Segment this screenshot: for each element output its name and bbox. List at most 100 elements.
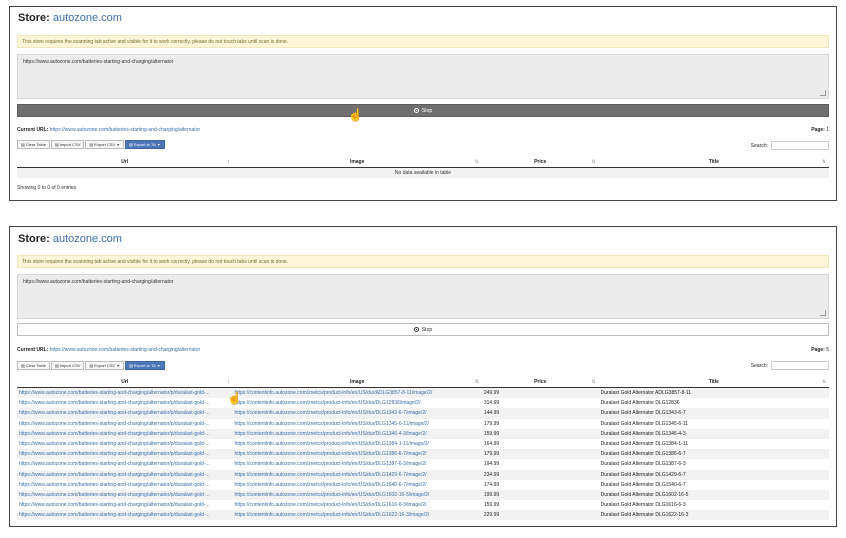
row-title: Duralast Gold Alternator ADLG3857-8-11 bbox=[600, 390, 692, 397]
export-csv-label: Export CSV bbox=[94, 363, 116, 368]
clear-table-label: Clear Table bbox=[25, 142, 46, 147]
row-image-link[interactable]: https://contentinfo.autozone.com/znetcs/… bbox=[232, 472, 481, 478]
export-csv-button[interactable]: ▤ Export CSV ▾ bbox=[85, 140, 125, 149]
table-row: https://www.autozone.com/batteries-start… bbox=[17, 489, 829, 501]
import-csv-button[interactable]: ▤ Import CSV bbox=[50, 361, 85, 370]
row-url-link[interactable]: https://www.autozone.com/batteries-start… bbox=[17, 431, 232, 437]
empty-table-row: No data available in table bbox=[17, 168, 829, 178]
clear-table-button[interactable]: ▤ Clear Table bbox=[17, 361, 50, 370]
caret-down-icon: ▾ bbox=[157, 142, 160, 147]
table-row: https://www.autozone.com/batteries-start… bbox=[17, 419, 829, 429]
column-header-title[interactable]: Title ⇅ bbox=[599, 157, 829, 167]
caret-down-icon: ▾ bbox=[117, 363, 120, 368]
search-label: Search: bbox=[750, 142, 768, 149]
row-image-link[interactable]: https://contentinfo.autozone.com/znetcs/… bbox=[232, 390, 481, 396]
column-header-title[interactable]: Title ⇅ bbox=[599, 377, 829, 387]
file-icon: ▤ bbox=[129, 142, 133, 147]
results-table: Url ↑ Image ⇅ Price ⇅ Title ⇅ https://www.au… bbox=[17, 377, 829, 521]
url-input[interactable]: https://www.autozone.com/batteries-start… bbox=[17, 54, 829, 99]
column-header-url[interactable]: Url ↑ bbox=[17, 377, 232, 387]
row-url-link[interactable]: https://www.autozone.com/batteries-start… bbox=[17, 472, 232, 478]
store-host: autozone.com bbox=[52, 12, 122, 24]
clear-table-button[interactable]: ▤ Clear Table bbox=[17, 140, 50, 149]
results-table: Url ↑ Image ⇅ Price ⇅ Title ⇅ No data availa… bbox=[17, 157, 829, 178]
row-title: Duralast Gold Alternator DLG1387-6-3 bbox=[600, 461, 686, 468]
current-url-label: Current URL: bbox=[17, 127, 49, 133]
export-to-ta-button[interactable]: ▤ Export to TA ▾ bbox=[125, 361, 165, 370]
row-url-link[interactable]: https://www.autozone.com/batteries-start… bbox=[17, 502, 232, 508]
row-title: Duralast Gold Alternator DLG1616-6-3 bbox=[600, 502, 686, 509]
search-input[interactable] bbox=[771, 141, 829, 150]
clear-table-label: Clear Table bbox=[25, 363, 46, 368]
search-input[interactable] bbox=[771, 361, 829, 370]
row-image-link[interactable]: https://contentinfo.autozone.com/znetcs/… bbox=[232, 502, 481, 508]
column-header-price[interactable]: Price ⇅ bbox=[482, 377, 599, 387]
row-price: 249.99 bbox=[483, 390, 500, 397]
row-title: Duralast Gold Alternator DLG1343-6-7 bbox=[600, 410, 686, 417]
column-price-label: Price bbox=[534, 379, 547, 385]
row-url-link[interactable]: https://www.autozone.com/batteries-start… bbox=[17, 492, 232, 498]
page-number: 1 bbox=[826, 127, 829, 133]
table-body: https://www.autozone.com/batteries-start… bbox=[17, 388, 829, 521]
row-image-link[interactable]: https://contentinfo.autozone.com/znetcs/… bbox=[232, 451, 481, 457]
export-to-ta-button[interactable]: ▤ Export to TA ▾ bbox=[125, 140, 165, 149]
import-csv-button[interactable]: ▤ Import CSV bbox=[50, 140, 85, 149]
stop-circle-icon bbox=[413, 327, 419, 332]
sort-up-icon: ↑ bbox=[226, 379, 230, 385]
url-input-value: https://www.autozone.com/batteries-start… bbox=[23, 279, 174, 285]
row-image-link[interactable]: https://contentinfo.autozone.com/znetcs/… bbox=[232, 421, 481, 427]
table-row: https://www.autozone.com/batteries-start… bbox=[17, 449, 829, 460]
row-url-link[interactable]: https://www.autozone.com/batteries-start… bbox=[17, 512, 232, 518]
file-icon: ▤ bbox=[89, 363, 94, 368]
row-url-link[interactable]: https://www.autozone.com/batteries-start… bbox=[17, 400, 232, 406]
row-url-link[interactable]: https://www.autozone.com/batteries-start… bbox=[17, 451, 232, 457]
row-title: Duralast Gold Alternator DLG1429-6-7 bbox=[600, 471, 686, 478]
column-header-image[interactable]: Image ⇅ bbox=[232, 377, 481, 387]
table-row: https://www.autozone.com/batteries-start… bbox=[17, 459, 829, 469]
scan-warning-alert: This store requires the scanning tab act… bbox=[17, 35, 829, 48]
table-row: https://www.autozone.com/batteries-start… bbox=[17, 510, 829, 521]
stop-label: Stop bbox=[421, 326, 433, 333]
row-price: 144.99 bbox=[483, 410, 500, 417]
row-image-link[interactable]: https://contentinfo.autozone.com/znetcs/… bbox=[232, 410, 481, 416]
row-title: Duralast Gold Alternator DLG1386-6-7 bbox=[600, 451, 686, 458]
page-indicator: Page: 5 bbox=[811, 347, 829, 353]
stop-label: Stop bbox=[421, 107, 433, 114]
row-url-link[interactable]: https://www.autozone.com/batteries-start… bbox=[17, 461, 232, 467]
column-header-price[interactable]: Price ⇅ bbox=[482, 157, 599, 167]
page-label: Page: bbox=[811, 347, 825, 353]
table-row: https://www.autozone.com/batteries-start… bbox=[17, 398, 829, 408]
sort-icon: ⇅ bbox=[591, 379, 596, 385]
row-image-link[interactable]: https://contentinfo.autozone.com/znetcs/… bbox=[232, 431, 481, 437]
stop-button[interactable]: Stop bbox=[17, 104, 829, 117]
row-url-link[interactable]: https://www.autozone.com/batteries-start… bbox=[17, 482, 232, 488]
row-url-link[interactable]: https://www.autozone.com/batteries-start… bbox=[17, 421, 232, 427]
row-price: 159.99 bbox=[483, 502, 500, 509]
table-row: https://www.autozone.com/batteries-start… bbox=[17, 439, 829, 449]
url-input[interactable]: https://www.autozone.com/batteries-start… bbox=[17, 274, 829, 319]
row-image-link[interactable]: https://contentinfo.autozone.com/znetcs/… bbox=[232, 400, 481, 406]
column-header-url[interactable]: Url ↑ bbox=[17, 157, 232, 167]
resize-handle-icon[interactable] bbox=[820, 90, 826, 96]
export-csv-button[interactable]: ▤ Export CSV ▾ bbox=[85, 361, 125, 370]
row-image-link[interactable]: https://contentinfo.autozone.com/znetcs/… bbox=[232, 492, 481, 498]
column-header-image[interactable]: Image ⇅ bbox=[232, 157, 481, 167]
file-icon: ▤ bbox=[21, 142, 25, 147]
row-title: Duralast Gold Alternator DLG1602-16-5 bbox=[600, 491, 689, 498]
stop-button[interactable]: Stop bbox=[17, 323, 829, 336]
row-price: 164.99 bbox=[483, 441, 500, 448]
row-url-link[interactable]: https://www.autozone.com/batteries-start… bbox=[17, 441, 232, 447]
row-price: 179.99 bbox=[483, 420, 500, 427]
sort-icon: ⇅ bbox=[591, 159, 596, 165]
store-title: Store: autozone.com bbox=[18, 12, 122, 24]
column-title-label: Title bbox=[708, 159, 719, 165]
row-url-link[interactable]: https://www.autozone.com/batteries-start… bbox=[17, 410, 232, 416]
table-header: Url ↑ Image ⇅ Price ⇅ Title ⇅ bbox=[17, 157, 829, 168]
row-url-link[interactable]: https://www.autozone.com/batteries-start… bbox=[17, 390, 232, 396]
row-image-link[interactable]: https://contentinfo.autozone.com/znetcs/… bbox=[232, 512, 481, 518]
row-image-link[interactable]: https://contentinfo.autozone.com/znetcs/… bbox=[232, 461, 481, 467]
column-url-label: Url bbox=[121, 379, 129, 385]
row-image-link[interactable]: https://contentinfo.autozone.com/znetcs/… bbox=[232, 482, 481, 488]
resize-handle-icon[interactable] bbox=[820, 310, 826, 316]
row-image-link[interactable]: https://contentinfo.autozone.com/znetcs/… bbox=[232, 441, 481, 447]
